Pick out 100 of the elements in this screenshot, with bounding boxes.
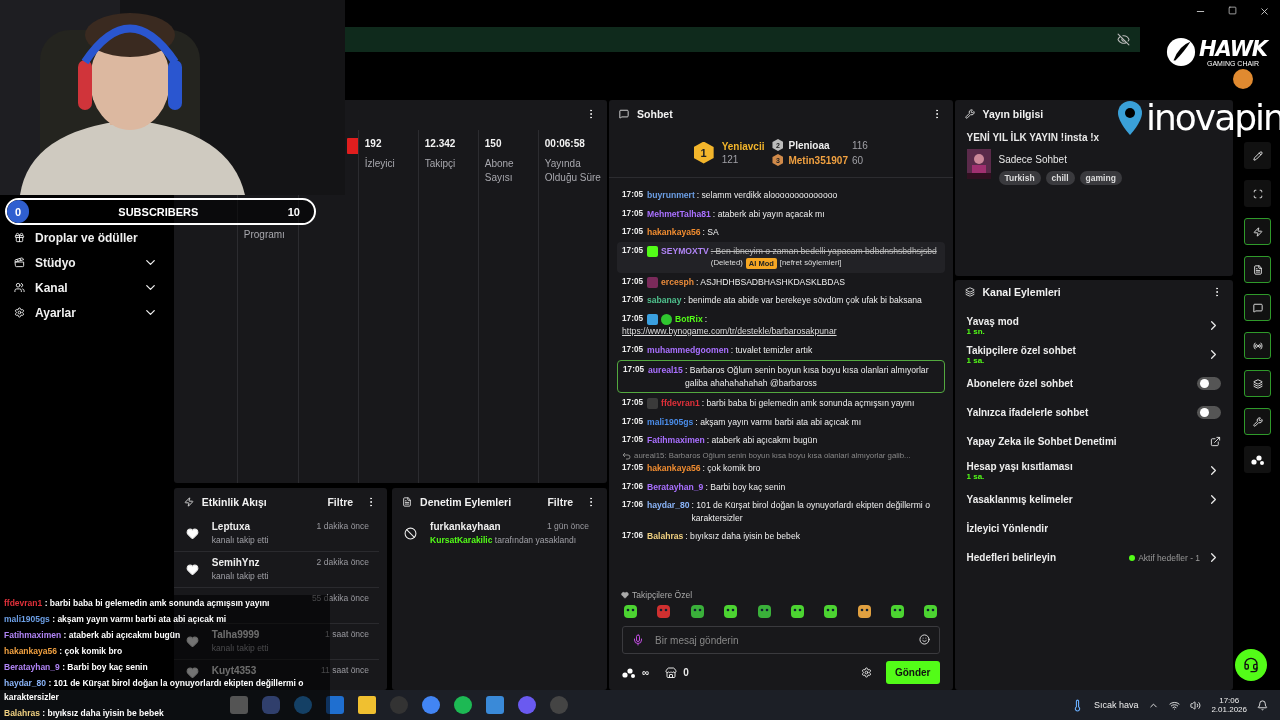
filter-button[interactable]: Filtre bbox=[543, 494, 578, 510]
chat-username[interactable]: mali1905gs bbox=[647, 415, 694, 428]
message-text: : bbox=[704, 312, 709, 325]
chat-username[interactable]: Beratayhan_9 bbox=[647, 480, 704, 493]
chat-icon bbox=[619, 109, 630, 119]
app-icon[interactable] bbox=[454, 696, 472, 714]
app-icon[interactable] bbox=[518, 696, 536, 714]
heart-icon bbox=[185, 665, 199, 679]
stat-value: 12.342 bbox=[424, 138, 457, 149]
chat-username[interactable]: SEYMOXTV bbox=[661, 244, 709, 257]
message-text: : ataberk abi yayın açacak mı bbox=[712, 207, 826, 220]
emote-icon[interactable] bbox=[823, 604, 839, 619]
channel-action-row[interactable]: İzleyici Yönlendir bbox=[954, 514, 1234, 543]
channel-action-row[interactable]: Yavaş mod 1 sn. bbox=[954, 311, 1234, 340]
channel-action-row[interactable]: Abonelere özel sohbet bbox=[954, 369, 1234, 398]
wifi-icon[interactable] bbox=[1169, 699, 1181, 711]
maximize-icon[interactable] bbox=[1228, 6, 1237, 15]
sidebar-item[interactable]: Ayarlar bbox=[14, 303, 158, 322]
stream-tag[interactable]: chill bbox=[1045, 171, 1075, 185]
toolbar-button[interactable] bbox=[1244, 294, 1271, 321]
toolbar-button[interactable] bbox=[1244, 142, 1271, 169]
chat-username[interactable]: hakankaya56 bbox=[647, 226, 701, 239]
toggle-switch[interactable] bbox=[1197, 377, 1222, 390]
settings-icon[interactable] bbox=[860, 667, 872, 678]
toggle-switch[interactable] bbox=[1197, 406, 1222, 419]
emote-icon[interactable] bbox=[923, 604, 939, 619]
chat-username[interactable]: Fatihmaximen bbox=[647, 434, 705, 447]
taskbar-clock[interactable]: 17:06 2.01.2026 bbox=[1211, 696, 1247, 714]
mic-icon[interactable] bbox=[632, 634, 645, 646]
app-icon[interactable] bbox=[326, 696, 344, 714]
emote-icon[interactable] bbox=[623, 604, 639, 619]
volume-icon[interactable] bbox=[1190, 699, 1202, 711]
message-link[interactable]: https://www.bynogame.com/tr/destekle/barbarosakpunar bbox=[622, 325, 940, 338]
event-time: 11 saat önce bbox=[321, 665, 370, 676]
chat-username[interactable]: buyrunmert bbox=[647, 189, 695, 202]
app-icon[interactable] bbox=[422, 696, 440, 714]
channel-action-row[interactable]: Yapay Zeka ile Sohbet Denetimi bbox=[954, 427, 1234, 456]
toolbar-button[interactable] bbox=[1244, 408, 1271, 435]
chat-username[interactable]: ercesph bbox=[661, 275, 694, 288]
stat-value: 00:06:58 bbox=[544, 138, 586, 149]
emote-icon[interactable] bbox=[756, 604, 772, 619]
follower-name: Kuyt4353 bbox=[211, 665, 258, 676]
toolbar-button[interactable] bbox=[1244, 446, 1271, 473]
stack-icon bbox=[964, 287, 975, 297]
pencil-icon bbox=[1252, 150, 1263, 161]
gift-count: 60 bbox=[851, 154, 865, 166]
heart-icon bbox=[185, 562, 199, 576]
message-time: 17:06 bbox=[622, 480, 643, 493]
sidebar-item[interactable]: Kanal bbox=[14, 278, 158, 297]
send-button[interactable]: Gönder bbox=[885, 661, 940, 684]
emote-icon[interactable] bbox=[723, 604, 739, 619]
emote-icon[interactable] bbox=[890, 604, 906, 619]
channel-action-row[interactable]: Takipçilere özel sohbet 1 sa. bbox=[954, 340, 1234, 369]
message-input[interactable]: Bir mesaj gönderin bbox=[622, 626, 940, 654]
stat-label: Takipçi bbox=[424, 157, 457, 171]
message-text: : selamm verdikk aloooooooooooooo bbox=[696, 189, 839, 202]
channel-action-row[interactable]: Yalnızca ifadelerle sohbet bbox=[954, 398, 1234, 427]
chat-username[interactable]: muhammedgoomen bbox=[647, 343, 729, 356]
chat-username[interactable]: haydar_80 bbox=[647, 499, 690, 512]
emote-icon[interactable] bbox=[689, 604, 705, 619]
sidebar-icon bbox=[14, 282, 25, 293]
note-icon bbox=[1252, 264, 1263, 275]
message-text: : barbi baba bi gelemedin amk sonunda açmışsın yayını bbox=[701, 397, 916, 410]
sidebar-item[interactable]: Stüdyo bbox=[14, 253, 158, 272]
stat-label: Yayında Olduğu Süre bbox=[544, 157, 602, 185]
stream-tag[interactable]: Turkish bbox=[998, 171, 1041, 185]
action-label: Hedefleri belirleyin bbox=[966, 552, 1057, 563]
message-text: : akşam yayın varmı barbi ata abi açıcak mı bbox=[695, 415, 863, 428]
event-time: 1 saat önce bbox=[325, 629, 370, 640]
overlay-chat-line: ffdevran1 : barbi baba bi gelemedin amk sonunda açmışsın yayını bbox=[4, 597, 270, 610]
eye-off-icon[interactable] bbox=[1117, 33, 1130, 46]
chat-username[interactable]: BotRix bbox=[675, 312, 703, 325]
message-text: : ataberk abi açıcakmı bugün bbox=[706, 434, 819, 447]
event-time: 1 dakika önce bbox=[316, 521, 370, 532]
emote-icon[interactable] bbox=[856, 604, 872, 619]
toolbar-button[interactable] bbox=[1244, 370, 1271, 397]
points-icon bbox=[622, 666, 637, 679]
filter-button[interactable]: Filtre bbox=[323, 494, 358, 510]
chat-username[interactable]: sabanay bbox=[647, 294, 682, 307]
toolbar-button[interactable] bbox=[1244, 332, 1271, 359]
notification-icon[interactable] bbox=[1257, 699, 1268, 711]
stat-label: Programı bbox=[243, 228, 286, 242]
channel-action-row[interactable]: Yasaklanmış kelimeler bbox=[954, 485, 1234, 514]
chat-username[interactable]: MehmetTalha81 bbox=[647, 207, 711, 220]
chat-username[interactable]: Balahras bbox=[647, 530, 684, 543]
note-icon bbox=[402, 497, 413, 507]
channel-action-row[interactable]: Hedefleri belirleyin Aktif hedefler - 1 bbox=[954, 543, 1234, 572]
chat-username[interactable]: aureal15 bbox=[648, 364, 683, 377]
emoji-icon[interactable] bbox=[918, 634, 930, 645]
sidebar-item[interactable]: Droplar ve ödüller bbox=[14, 228, 158, 247]
close-icon[interactable] bbox=[1259, 6, 1270, 17]
chat-username[interactable]: ffdevran1 bbox=[661, 397, 700, 410]
gifter-name: Yeniavcii bbox=[721, 140, 765, 152]
channel-action-row[interactable]: Hesap yaşı kısıtlaması 1 sa. bbox=[954, 456, 1234, 485]
emote-icon[interactable] bbox=[789, 604, 805, 619]
heart-icon bbox=[621, 591, 630, 599]
chat-username[interactable]: hakankaya56 bbox=[647, 462, 701, 475]
ban-description: KursatKarakilic tarafından yasaklandı bbox=[430, 535, 578, 545]
toolbar-button[interactable] bbox=[1244, 256, 1271, 283]
stream-tag[interactable]: gaming bbox=[1079, 171, 1122, 185]
